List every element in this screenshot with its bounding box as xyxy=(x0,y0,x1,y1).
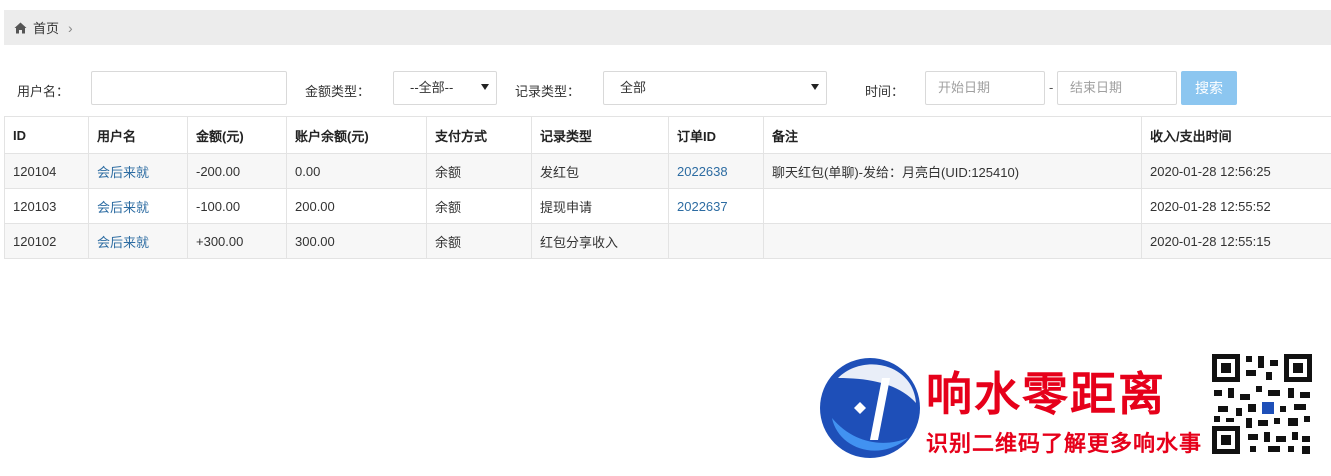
column-header: 金额(元) xyxy=(187,116,287,154)
amount-type-select[interactable]: --全部-- xyxy=(393,71,497,105)
cell-record-type: 红包分享收入 xyxy=(531,223,669,259)
watermark-title: 响水零距离 xyxy=(926,367,1166,421)
record-type-label: 记录类型： xyxy=(515,84,581,99)
cell-balance: 0.00 xyxy=(286,153,427,189)
column-header: 收入/支出时间 xyxy=(1141,116,1331,154)
record-type-select[interactable]: 全部 xyxy=(603,71,827,105)
caret-down-icon xyxy=(811,84,819,90)
cell-username: 会后来就 xyxy=(88,223,188,259)
start-date-input[interactable]: 开始日期 xyxy=(925,71,1045,105)
record-type-selected: 全部 xyxy=(620,80,647,95)
qr-code-icon xyxy=(1210,352,1314,456)
watermark-subtitle: 识别二维码了解更多响水事 xyxy=(926,431,1203,457)
column-header: 支付方式 xyxy=(426,116,532,154)
column-header: 用户名 xyxy=(88,116,188,154)
username-link[interactable]: 会后来就 xyxy=(97,200,149,215)
order-id-link[interactable]: 2022638 xyxy=(677,164,728,179)
username-link[interactable]: 会后来就 xyxy=(97,235,149,250)
username-input[interactable] xyxy=(91,71,287,105)
cell-remark xyxy=(763,223,1142,259)
order-id-link[interactable]: 2022637 xyxy=(677,199,728,214)
cell-remark xyxy=(763,188,1142,224)
cell-balance: 300.00 xyxy=(286,223,427,259)
username-link[interactable]: 会后来就 xyxy=(97,165,149,180)
chevron-right-icon: › xyxy=(68,19,73,36)
table-row: 120104 会后来就 -200.00 0.00 余额 发红包 2022638 … xyxy=(4,153,1331,189)
cell-amount: +300.00 xyxy=(187,223,287,259)
amount-type-selected: --全部-- xyxy=(410,80,454,95)
cell-payment-method: 余额 xyxy=(426,153,532,189)
column-header: 备注 xyxy=(763,116,1142,154)
cell-username: 会后来就 xyxy=(88,153,188,189)
cell-time: 2020-01-28 12:55:52 xyxy=(1141,188,1331,224)
brand-logo-icon xyxy=(820,358,920,458)
cell-time: 2020-01-28 12:56:25 xyxy=(1141,153,1331,189)
table-row: 120103 会后来就 -100.00 200.00 余额 提现申请 20226… xyxy=(4,188,1331,224)
cell-payment-method: 余额 xyxy=(426,188,532,224)
breadcrumb: 首页 › xyxy=(4,10,1331,45)
filter-bar: 用户名： 金额类型： --全部-- 记录类型： 全部 时间： 开始日期 - 结束… xyxy=(0,71,1331,107)
breadcrumb-home-link[interactable]: 首页 xyxy=(33,18,59,37)
username-label: 用户名： xyxy=(17,84,70,99)
cell-order-id xyxy=(668,223,764,259)
cell-id: 120103 xyxy=(4,188,89,224)
cell-record-type: 提现申请 xyxy=(531,188,669,224)
column-header: 订单ID xyxy=(668,116,764,154)
cell-amount: -100.00 xyxy=(187,188,287,224)
search-button[interactable]: 搜索 xyxy=(1181,71,1237,105)
column-header: 记录类型 xyxy=(531,116,669,154)
column-header: 账户余额(元) xyxy=(286,116,427,154)
cell-id: 120102 xyxy=(4,223,89,259)
caret-down-icon xyxy=(481,84,489,90)
cell-amount: -200.00 xyxy=(187,153,287,189)
date-separator: - xyxy=(1049,80,1054,95)
table-row: 120102 会后来就 +300.00 300.00 余额 红包分享收入 202… xyxy=(4,223,1331,259)
records-table: ID 用户名 金额(元) 账户余额(元) 支付方式 记录类型 订单ID 备注 收… xyxy=(4,116,1331,259)
cell-payment-method: 余额 xyxy=(426,223,532,259)
time-label: 时间： xyxy=(865,84,905,99)
end-date-input[interactable]: 结束日期 xyxy=(1057,71,1177,105)
cell-record-type: 发红包 xyxy=(531,153,669,189)
cell-remark: 聊天红包(单聊)-发给：月亮白(UID:125410) xyxy=(763,153,1142,189)
home-icon[interactable] xyxy=(14,22,27,34)
cell-time: 2020-01-28 12:55:15 xyxy=(1141,223,1331,259)
cell-id: 120104 xyxy=(4,153,89,189)
cell-order-id: 2022637 xyxy=(668,188,764,224)
cell-username: 会后来就 xyxy=(88,188,188,224)
table-header-row: ID 用户名 金额(元) 账户余额(元) 支付方式 记录类型 订单ID 备注 收… xyxy=(4,116,1331,154)
cell-order-id: 2022638 xyxy=(668,153,764,189)
cell-balance: 200.00 xyxy=(286,188,427,224)
watermark: 响水零距离 识别二维码了解更多响水事 xyxy=(818,348,1318,468)
column-header: ID xyxy=(4,116,89,154)
amount-type-label: 金额类型： xyxy=(305,84,371,99)
